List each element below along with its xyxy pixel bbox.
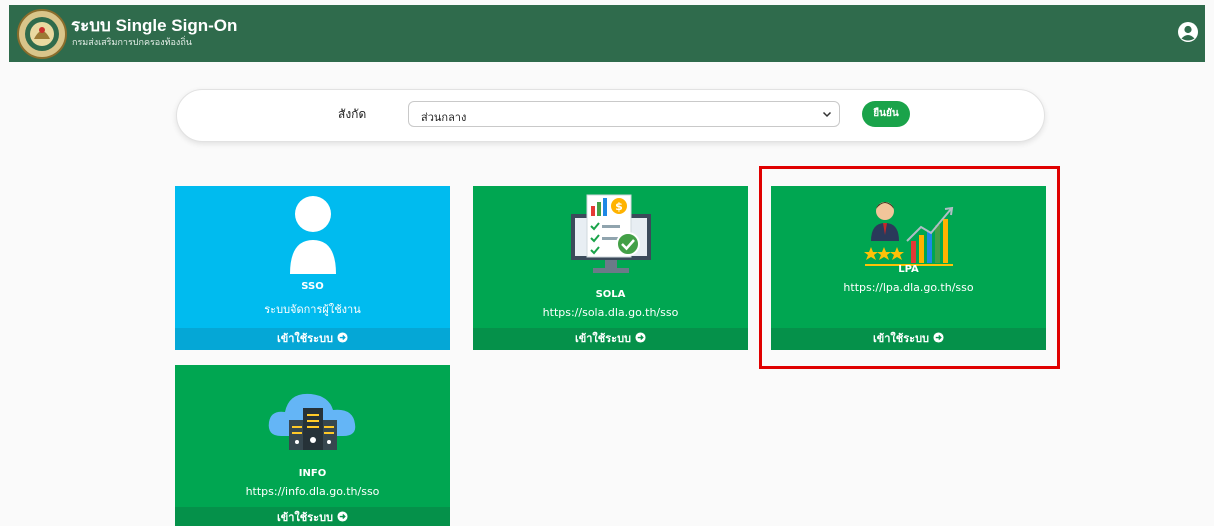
app-header: ระบบ Single Sign-On กรมส่งเสริมการปกครอง…: [9, 5, 1205, 62]
user-silhouette-icon: [290, 196, 336, 274]
card-sola[interactable]: $ SOLA https://sola.dla.go.th/sso เข้าใช…: [473, 186, 748, 350]
svg-text:$: $: [615, 200, 623, 213]
affiliation-select[interactable]: ส่วนกลาง: [408, 101, 840, 127]
user-circle-icon[interactable]: [1177, 21, 1199, 43]
card-title: INFO: [298, 468, 327, 479]
enter-system-label: เข้าใช้ระบบ: [574, 332, 632, 345]
chevron-down-icon: [822, 111, 832, 118]
card-subtitle: https://sola.dla.go.th/sso: [542, 306, 679, 319]
enter-system-label: เข้าใช้ระบบ: [276, 332, 334, 345]
affiliation-label: สังกัด: [338, 107, 367, 121]
card-title: SSO: [301, 281, 324, 292]
card-sso[interactable]: SSO ระบบจัดการผู้ใช้งาน เข้าใช้ระบบ: [175, 186, 450, 350]
card-subtitle: https://info.dla.go.th/sso: [245, 485, 380, 498]
enter-system-button[interactable]: เข้าใช้ระบบ: [175, 328, 450, 350]
enter-system-button[interactable]: เข้าใช้ระบบ: [473, 328, 748, 350]
affiliation-selected-value: ส่วนกลาง: [421, 111, 467, 124]
dla-seal-icon: [17, 9, 67, 59]
card-subtitle: ระบบจัดการผู้ใช้งาน: [264, 303, 361, 316]
card-info[interactable]: INFO https://info.dla.go.th/sso เข้าใช้ร…: [175, 365, 450, 526]
app-subtitle: กรมส่งเสริมการปกครองท้องถิ่น: [72, 38, 192, 48]
card-title: SOLA: [595, 289, 626, 300]
enter-system-button[interactable]: เข้าใช้ระบบ: [175, 507, 450, 526]
monitor-checklist-icon: $: [571, 194, 651, 273]
enter-system-label: เข้าใช้ระบบ: [276, 511, 334, 524]
arrow-circle-right-icon: [635, 332, 646, 343]
cloud-server-icon: [268, 393, 356, 450]
confirm-button[interactable]: ยืนยัน: [862, 101, 910, 127]
highlight-box: [759, 166, 1060, 369]
arrow-circle-right-icon: [337, 511, 348, 522]
arrow-circle-right-icon: [337, 332, 348, 343]
